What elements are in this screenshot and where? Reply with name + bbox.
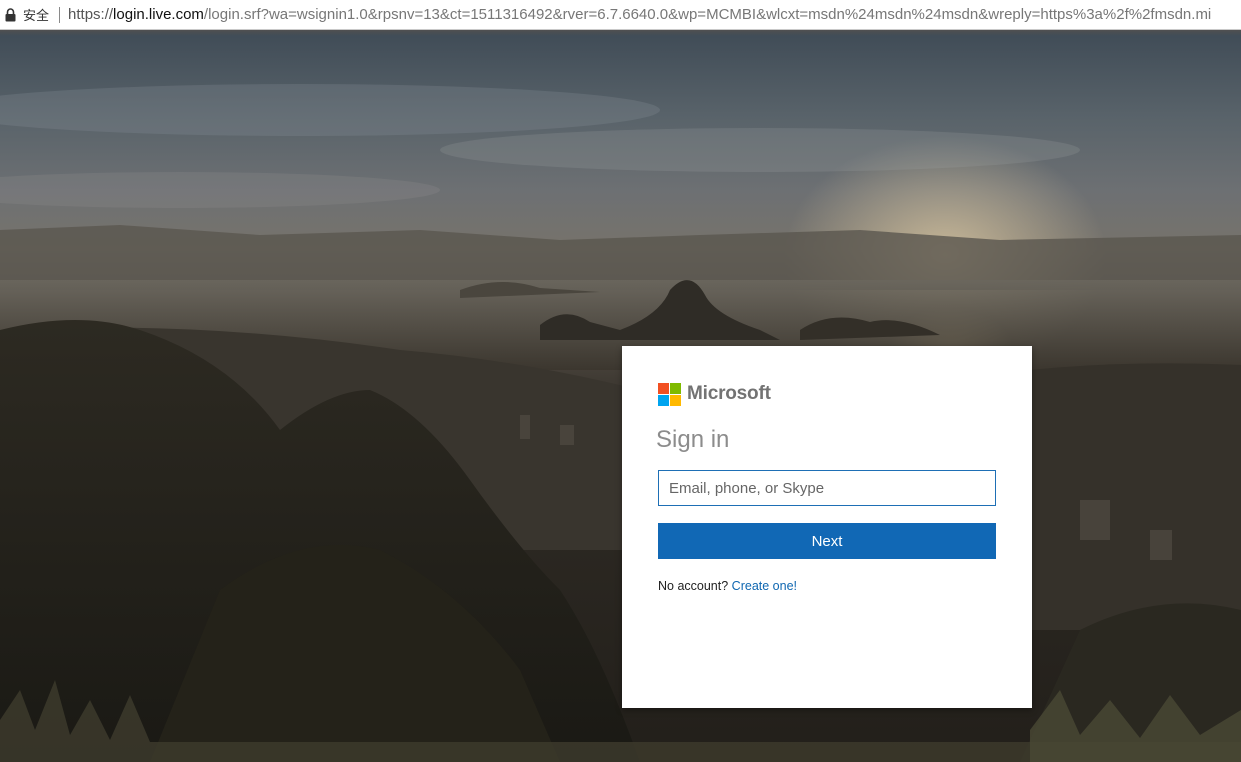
no-account-row: No account? Create one! [658, 579, 996, 593]
lock-icon [5, 7, 16, 21]
url-scheme: https:// [68, 6, 114, 23]
logo-blue-square [658, 394, 669, 406]
toolbar-shadow [0, 30, 1241, 36]
logo-green-square [670, 382, 681, 394]
no-account-text: No account? [658, 579, 729, 593]
url-host: login.live.com [113, 6, 204, 23]
brand-name: Microsoft [687, 383, 771, 404]
background-landscape [0, 30, 1241, 762]
secure-label: 安全 [23, 8, 50, 23]
signin-card: Microsoft Sign in Next No account? Creat… [622, 346, 1032, 708]
logo-yellow-square [670, 394, 681, 406]
page-title: Sign in [656, 426, 730, 453]
logo-red-square [658, 382, 669, 394]
brand-header: Microsoft [658, 382, 996, 406]
address-separator [59, 6, 61, 23]
url-path: /login.srf?wa=wsignin1.0&rpsnv=13&ct=151… [203, 6, 1212, 23]
url-text[interactable]: https://login.live.com/login.srf?wa=wsig… [68, 6, 1211, 23]
next-button[interactable]: Next [658, 523, 996, 559]
microsoft-logo-icon [658, 382, 681, 406]
create-account-link[interactable]: Create one! [732, 579, 797, 593]
landscape-illustration [0, 84, 1241, 762]
address-bar[interactable]: 安全 https://login.live.com/login.srf?wa=w… [0, 0, 1241, 30]
email-field[interactable] [658, 470, 996, 506]
